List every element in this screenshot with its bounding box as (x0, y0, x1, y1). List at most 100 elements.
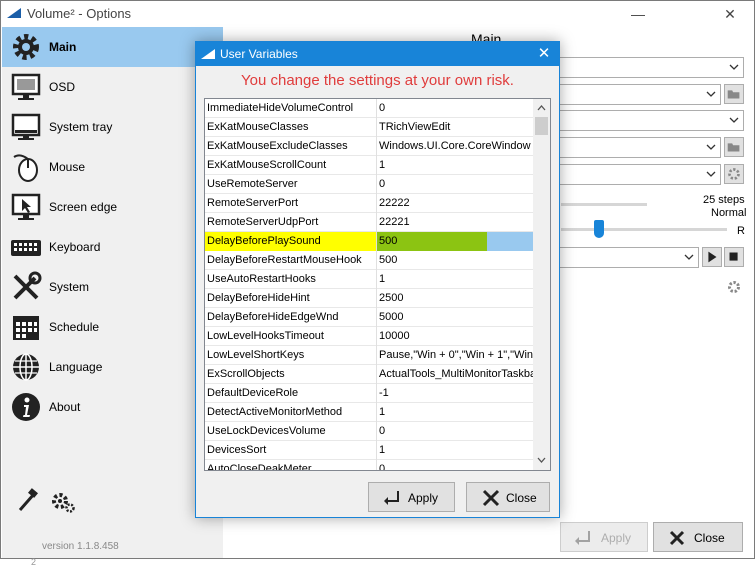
main-apply-button[interactable]: Apply (560, 522, 648, 552)
sidebar-item-about[interactable]: About (2, 387, 223, 427)
variable-name: DelayBeforeHideHint (205, 289, 377, 308)
table-row[interactable]: UseLockDevicesVolume 0 (205, 422, 533, 441)
dialog-close-btn[interactable]: Close (466, 482, 550, 512)
table-row[interactable]: DetectActiveMonitorMethod 1 (205, 403, 533, 422)
sidebar-item-label: Mouse (49, 160, 86, 174)
sidebar-item-main[interactable]: Main (2, 27, 223, 67)
sidebar-item-system-tray[interactable]: System tray (2, 107, 223, 147)
table-row-selected[interactable]: DelayBeforePlaySound 500 (205, 232, 533, 251)
table-row[interactable]: ExKatMouseClasses TRichViewEdit (205, 118, 533, 137)
table-row[interactable]: AutoCloseDeakMeter 0 (205, 460, 533, 470)
variable-name: ExKatMouseScrollCount (205, 156, 377, 175)
variable-value[interactable]: 22222 (377, 194, 533, 213)
table-row[interactable]: DelayBeforeHideEdgeWnd 5000 (205, 308, 533, 327)
table-row[interactable]: LowLevelHooksTimeout 10000 (205, 327, 533, 346)
table-row[interactable]: RemoteServerUdpPort 22221 (205, 213, 533, 232)
sound-combo[interactable] (553, 247, 699, 268)
sidebar-item-keyboard[interactable]: Keyboard (2, 227, 223, 267)
variable-value[interactable]: 0 (377, 422, 533, 441)
table-row[interactable]: DelayBeforeRestartMouseHook 500 (205, 251, 533, 270)
brush-icon[interactable] (14, 488, 40, 514)
variable-name: ExKatMouseExcludeClasses (205, 137, 377, 156)
scrollbar-thumb[interactable] (535, 117, 548, 135)
balance-slider-track[interactable] (561, 228, 727, 231)
table-row[interactable]: UseRemoteServer 0 (205, 175, 533, 194)
main-combo-5[interactable] (553, 164, 721, 185)
main-close-button[interactable]: Close (653, 522, 743, 552)
settings-gear-icon[interactable] (50, 488, 76, 514)
sidebar-item-label: System tray (49, 120, 113, 134)
close-icon (482, 489, 500, 507)
table-row[interactable]: ExKatMouseScrollCount 1 (205, 156, 533, 175)
globe-icon (13, 353, 39, 381)
minimize-button[interactable]: — (615, 1, 661, 27)
variable-value[interactable]: TRichViewEdit (377, 118, 533, 137)
variable-value[interactable]: 500 (379, 232, 397, 250)
sidebar-item-label: About (49, 400, 81, 414)
variable-name: UseLockDevicesVolume (205, 422, 377, 441)
sidebar-item-screen-edge[interactable]: Screen edge (2, 187, 223, 227)
sidebar-item-label: Screen edge (49, 200, 118, 214)
variable-value[interactable]: 1 (377, 156, 533, 175)
variable-value[interactable]: 1 (377, 441, 533, 460)
main-combo-3[interactable] (553, 110, 744, 131)
dialog-close-button[interactable]: ✕ (529, 42, 559, 66)
variable-name: DefaultDeviceRole (205, 384, 377, 403)
variable-value[interactable]: ActualTools_MultiMonitorTaskbar (377, 365, 533, 384)
variable-value[interactable]: 0 (377, 175, 533, 194)
scroll-down-icon[interactable] (537, 456, 546, 464)
play-button[interactable] (702, 247, 722, 267)
table-row[interactable]: ExScrollObjects ActualTools_MultiMonitorT… (205, 365, 533, 384)
apply-icon (384, 491, 399, 505)
table-row[interactable]: DefaultDeviceRole -1 (205, 384, 533, 403)
variable-value[interactable]: 2500 (377, 289, 533, 308)
variable-value[interactable]: 1 (377, 403, 533, 422)
variable-name: RemoteServerUdpPort (205, 213, 377, 232)
window-title: Volume² - Options (27, 6, 132, 21)
sidebar-item-schedule[interactable]: Schedule (2, 307, 223, 347)
gear-icon[interactable] (726, 279, 742, 295)
sidebar-item-mouse[interactable]: Mouse (2, 147, 223, 187)
table-row[interactable]: RemoteServerPort 22222 (205, 194, 533, 213)
variable-value[interactable]: 5000 (377, 308, 533, 327)
balance-slider-thumb[interactable] (594, 220, 604, 238)
table-row[interactable]: UseAutoRestartHooks 1 (205, 270, 533, 289)
variable-value[interactable]: 10000 (377, 327, 533, 346)
steps-slider-track[interactable] (561, 203, 647, 206)
combo-settings-button[interactable] (724, 164, 744, 184)
variable-value[interactable]: 0 (377, 99, 533, 118)
mouse-icon (13, 154, 38, 182)
folder-button-2[interactable] (724, 137, 744, 157)
variable-value[interactable]: 500 (377, 251, 533, 270)
folder-button[interactable] (724, 84, 744, 104)
sidebar-item-system[interactable]: System (2, 267, 223, 307)
main-combo-2[interactable] (553, 84, 721, 105)
table-row[interactable]: DevicesSort 1 (205, 441, 533, 460)
right-channel-label: R (737, 225, 745, 237)
version-label: version 1.1.8.458 (42, 541, 119, 552)
risk-warning: You change the settings at your own risk… (241, 72, 514, 89)
table-row[interactable]: LowLevelShortKeys Pause,"Win + 0","Win + … (205, 346, 533, 365)
variable-value[interactable]: 22221 (377, 213, 533, 232)
window-close-button[interactable]: ✕ (707, 1, 753, 27)
main-combo-1[interactable] (553, 57, 744, 78)
stop-button[interactable] (724, 247, 744, 267)
table-row[interactable]: DelayBeforeHideHint 2500 (205, 289, 533, 308)
main-combo-4[interactable] (553, 137, 721, 158)
variable-value[interactable]: Windows.UI.Core.CoreWindow (377, 137, 533, 156)
table-row[interactable]: ImmediateHideVolumeControl 0 (205, 99, 533, 118)
gear-icon (13, 34, 39, 60)
sidebar-item-osd[interactable]: OSD (2, 67, 223, 107)
button-label: Apply (408, 491, 439, 505)
scroll-up-icon[interactable] (537, 104, 546, 112)
variable-value[interactable]: 1 (377, 270, 533, 289)
variable-value[interactable]: -1 (377, 384, 533, 403)
variable-name: AutoCloseDeakMeter (205, 460, 377, 470)
grid-scrollbar[interactable] (533, 99, 550, 470)
table-row[interactable]: ExKatMouseExcludeClasses Windows.UI.Core.… (205, 137, 533, 156)
variable-value[interactable]: 0 (377, 460, 533, 470)
apply-icon (575, 531, 590, 545)
dialog-apply-button[interactable]: Apply (368, 482, 455, 512)
variable-value[interactable]: Pause,"Win + 0","Win + 1","Win (377, 346, 533, 365)
sidebar-item-language[interactable]: Language (2, 347, 223, 387)
